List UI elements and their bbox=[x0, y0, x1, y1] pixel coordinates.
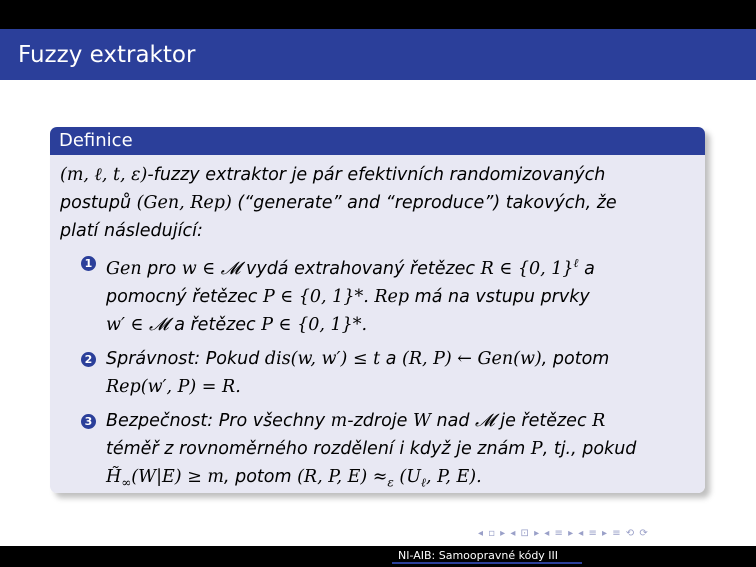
intro-text-3: (“generate” and “reproduce”) takových, ž… bbox=[231, 193, 617, 213]
item-text: nad bbox=[430, 410, 476, 431]
params-math: (m, ℓ, t, ε) bbox=[60, 165, 148, 185]
list-item: 3 Bezpečnost: Pro všechny m-zdroje W nad… bbox=[60, 407, 695, 493]
intro-text-4: platí následující: bbox=[60, 221, 203, 241]
item-math: H̃ bbox=[106, 466, 122, 487]
item-math: Rep bbox=[374, 286, 410, 307]
item-math: 𝓜 bbox=[475, 410, 495, 431]
item-text: , potom bbox=[541, 348, 610, 369]
block-heading: Definice bbox=[50, 127, 705, 155]
item-math: dis(w, w′) ≤ t bbox=[264, 348, 381, 369]
item-number: 1 bbox=[81, 256, 96, 271]
item-text: Bezpečnost: Pro všechny bbox=[106, 410, 331, 431]
intro-text-1: -fuzzy extraktor je pár efektivních rand… bbox=[147, 165, 606, 185]
footer-accent bbox=[392, 562, 582, 564]
item-text: , tj., pokud bbox=[542, 438, 637, 459]
item-number: 3 bbox=[81, 413, 96, 429]
top-bar bbox=[0, 0, 756, 29]
item-text: -zdroje bbox=[347, 410, 413, 431]
item-math: P ∈ {0, 1}*. bbox=[262, 286, 369, 307]
item-math: w′ ∈ 𝓜 bbox=[106, 314, 169, 335]
item-math: (R, P, E) ≈ bbox=[297, 466, 388, 487]
list-item: 1 Gen pro w ∈ 𝓜 vydá extrahovaný řetězec… bbox=[60, 249, 695, 339]
item-text: Správnost: Pokud bbox=[106, 348, 265, 369]
intro-text-2: postupů bbox=[60, 193, 137, 213]
item-text: má na vstupu prvky bbox=[409, 286, 590, 307]
proc-math: (Gen, Rep) bbox=[136, 193, 232, 213]
item-math: P ∈ {0, 1}*. bbox=[261, 314, 368, 335]
item-math-sub: ∞ bbox=[121, 475, 132, 490]
item-math: w ∈ 𝓜 bbox=[181, 258, 241, 279]
item-text: pomocný řetězec bbox=[106, 286, 263, 307]
intro-paragraph: (m, ℓ, t, ε)-fuzzy extraktor je pár efek… bbox=[60, 161, 695, 245]
item-text: vydá extrahovaný řetězec bbox=[240, 258, 481, 279]
item-text: a bbox=[578, 258, 595, 279]
item-number: 2 bbox=[81, 351, 96, 367]
beamer-navigation-icons[interactable]: ◂ ▫ ▸ ◂ ⊡ ▸ ◂ ≡ ▸ ◂ ≡ ▸ ≡ ⟲ ⟳ bbox=[478, 528, 649, 539]
item-math: (U bbox=[393, 466, 421, 487]
item-math: m bbox=[330, 410, 348, 431]
item-math: (R, P) ← Gen(w) bbox=[402, 348, 542, 369]
slide-title: Fuzzy extraktor bbox=[18, 42, 196, 68]
item-math: R bbox=[592, 410, 606, 431]
item-math: (W|E) ≥ m bbox=[131, 466, 224, 487]
footer-title: NI-AIB: Samoopravné kódy III bbox=[398, 549, 559, 562]
item-math: P bbox=[530, 438, 543, 459]
title-bar: Fuzzy extraktor bbox=[0, 29, 756, 80]
item-text: pro bbox=[141, 258, 182, 279]
item-text: téměř z rovnoměrného rozdělení i když je… bbox=[106, 438, 531, 459]
footer-bar bbox=[0, 546, 756, 567]
item-math: W bbox=[412, 410, 431, 431]
item-text: je řetězec bbox=[494, 410, 593, 431]
item-math: R ∈ {0, 1} bbox=[480, 258, 574, 279]
item-text: a řetězec bbox=[168, 314, 262, 335]
item-math: , P, E). bbox=[426, 466, 482, 487]
definition-block: Definice (m, ℓ, t, ε)-fuzzy extraktor je… bbox=[50, 127, 705, 493]
item-text: , potom bbox=[223, 466, 298, 487]
item-math: Rep(w′, P) = R. bbox=[106, 376, 241, 397]
item-text: a bbox=[380, 348, 402, 369]
gen-math: Gen bbox=[106, 258, 142, 279]
block-body: (m, ℓ, t, ε)-fuzzy extraktor je pár efek… bbox=[50, 155, 705, 493]
list-item: 2 Správnost: Pokud dis(w, w′) ≤ t a (R, … bbox=[60, 345, 695, 401]
